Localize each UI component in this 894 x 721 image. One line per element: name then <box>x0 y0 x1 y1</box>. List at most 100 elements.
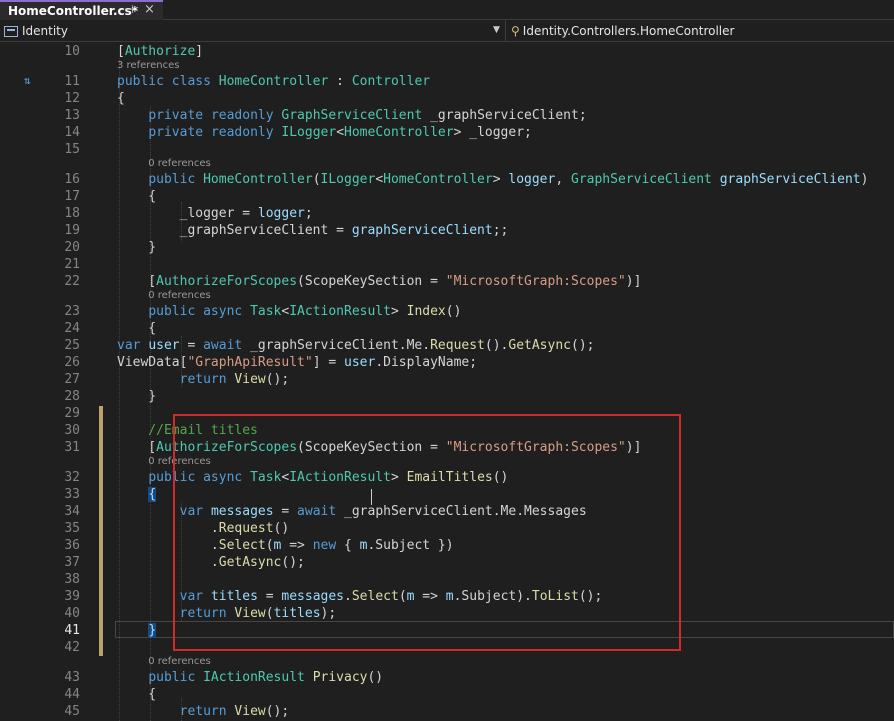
annotation-highlight-box <box>173 414 681 651</box>
tab-bar: HomeController.cs* ⊣ × <box>0 0 894 20</box>
code-line[interactable]: 28 } <box>0 388 894 405</box>
line-number: 43 <box>64 670 80 685</box>
line-number: 33 <box>64 487 80 502</box>
navigation-bar: Identity ▼ ⚲ Identity.Controllers.HomeCo… <box>0 20 894 42</box>
code-text: public IActionResult Privacy() <box>148 670 384 685</box>
code-text: private readonly ILogger<HomeController>… <box>148 125 532 140</box>
project-name: Identity <box>22 24 68 38</box>
code-text: private readonly GraphServiceClient _gra… <box>148 108 587 123</box>
line-number: 18 <box>64 206 80 221</box>
code-line[interactable]: 27 return View(); <box>0 371 894 388</box>
nav-divider <box>505 20 506 42</box>
code-editor[interactable]: 10 [Authorize] 3 references 11 ⇅ public class… <box>0 42 894 721</box>
code-line[interactable]: 25 var user = await _graphServiceClient.M… <box>0 337 894 354</box>
line-number: 36 <box>64 538 80 553</box>
line-number: 31 <box>64 440 80 455</box>
line-number: 44 <box>64 687 80 702</box>
line-number: 39 <box>64 589 80 604</box>
code-text: { <box>148 487 157 502</box>
line-number: 45 <box>64 704 80 719</box>
line-number: 16 <box>64 172 80 187</box>
code-line[interactable]: 10 [Authorize] <box>0 43 894 60</box>
codelens-references[interactable]: 0 references <box>148 290 211 302</box>
codelens-references[interactable]: 0 references <box>148 656 211 668</box>
class-icon: ⚲ <box>511 24 520 38</box>
line-number: 32 <box>64 470 80 485</box>
code-text: { <box>117 687 157 702</box>
line-number: 17 <box>64 189 80 204</box>
code-line[interactable]: 21 <box>0 256 894 273</box>
line-number: 41 <box>64 623 80 638</box>
line-number: 27 <box>64 372 80 387</box>
line-number: 24 <box>64 321 80 336</box>
code-text: _logger = logger; <box>117 206 313 221</box>
code-text: public HomeController(ILogger<HomeContro… <box>148 172 869 187</box>
code-text: public class HomeController : Controller <box>117 74 431 89</box>
line-number: 12 <box>64 91 80 106</box>
pin-icon[interactable]: ⊣ <box>124 3 134 16</box>
line-number: 26 <box>64 355 80 370</box>
line-number: 21 <box>64 257 80 272</box>
code-line[interactable]: 20 } <box>0 239 894 256</box>
class-hierarchy-icon[interactable]: ⇅ <box>24 74 31 87</box>
code-line[interactable]: 15 <box>0 141 894 158</box>
code-text: } <box>117 389 157 404</box>
codelens-references[interactable]: 3 references <box>117 60 180 72</box>
code-line[interactable]: 26 ViewData["GraphApiResult"] = user.Disp… <box>0 354 894 371</box>
line-number: 11 <box>64 74 80 89</box>
code-text: var user = await _graphServiceClient.Me.… <box>117 338 595 353</box>
code-text: ViewData["GraphApiResult"] = user.Displa… <box>117 355 478 370</box>
code-line[interactable]: 45 return View(); <box>0 703 894 720</box>
line-number: 30 <box>64 423 80 438</box>
line-number: 28 <box>64 389 80 404</box>
class-path: Identity.Controllers.HomeController <box>522 24 735 38</box>
line-number: 25 <box>64 338 80 353</box>
code-line[interactable]: 43 public IActionResult Privacy() <box>0 669 894 686</box>
code-line[interactable]: 17 { <box>0 188 894 205</box>
close-icon[interactable]: × <box>144 2 155 17</box>
line-number: 15 <box>64 142 80 157</box>
code-text: _graphServiceClient = graphServiceClient… <box>117 223 509 238</box>
code-line[interactable]: 23 public async Task<IActionResult> Inde… <box>0 303 894 320</box>
code-text: } <box>117 240 157 255</box>
mouse-cursor <box>371 489 372 505</box>
line-number: 37 <box>64 555 80 570</box>
tab-homecontroller[interactable]: HomeController.cs* ⊣ × <box>0 0 163 20</box>
line-number: 20 <box>64 240 80 255</box>
project-dropdown[interactable]: Identity <box>4 20 504 42</box>
code-text: { <box>117 189 157 204</box>
code-line[interactable]: 14 private readonly ILogger<HomeControll… <box>0 124 894 141</box>
code-line[interactable]: 18 _logger = logger; <box>0 205 894 222</box>
line-number: 10 <box>64 44 80 59</box>
tab-label: HomeController.cs* <box>8 4 139 18</box>
type-dropdown[interactable]: ⚲ Identity.Controllers.HomeController <box>511 20 734 42</box>
code-line[interactable]: 11 ⇅ public class HomeController : Control… <box>0 73 894 90</box>
codelens-references[interactable]: 0 references <box>148 158 211 170</box>
code-text: public async Task<IActionResult> Index() <box>148 304 462 319</box>
line-number: 40 <box>64 606 80 621</box>
chevron-down-icon[interactable]: ▼ <box>493 25 500 35</box>
line-number: 34 <box>64 504 80 519</box>
code-text: { <box>117 321 157 336</box>
line-number: 14 <box>64 125 80 140</box>
code-line[interactable]: 13 private readonly GraphServiceClient _… <box>0 107 894 124</box>
line-number: 13 <box>64 108 80 123</box>
code-text: return View(); <box>179 372 290 387</box>
line-number: 42 <box>64 640 80 655</box>
code-line[interactable]: 24 { <box>0 320 894 337</box>
line-number: 23 <box>64 304 80 319</box>
project-icon <box>4 25 18 37</box>
code-line[interactable]: 16 public HomeController(ILogger<HomeCon… <box>0 171 894 188</box>
code-text: [AuthorizeForScopes(ScopeKeySection = "M… <box>117 274 642 289</box>
code-line[interactable]: 12 { <box>0 90 894 107</box>
code-line[interactable]: 19 _graphServiceClient = graphServiceCli… <box>0 222 894 239</box>
line-number: 29 <box>64 406 80 421</box>
code-line[interactable]: 22 [AuthorizeForScopes(ScopeKeySection =… <box>0 273 894 290</box>
code-text: } <box>148 623 157 638</box>
code-text: [Authorize] <box>117 44 204 59</box>
line-number: 22 <box>64 274 80 289</box>
line-number: 35 <box>64 521 80 536</box>
code-text: { <box>117 91 125 106</box>
line-number: 19 <box>64 223 80 238</box>
code-line[interactable]: 44 { <box>0 686 894 703</box>
